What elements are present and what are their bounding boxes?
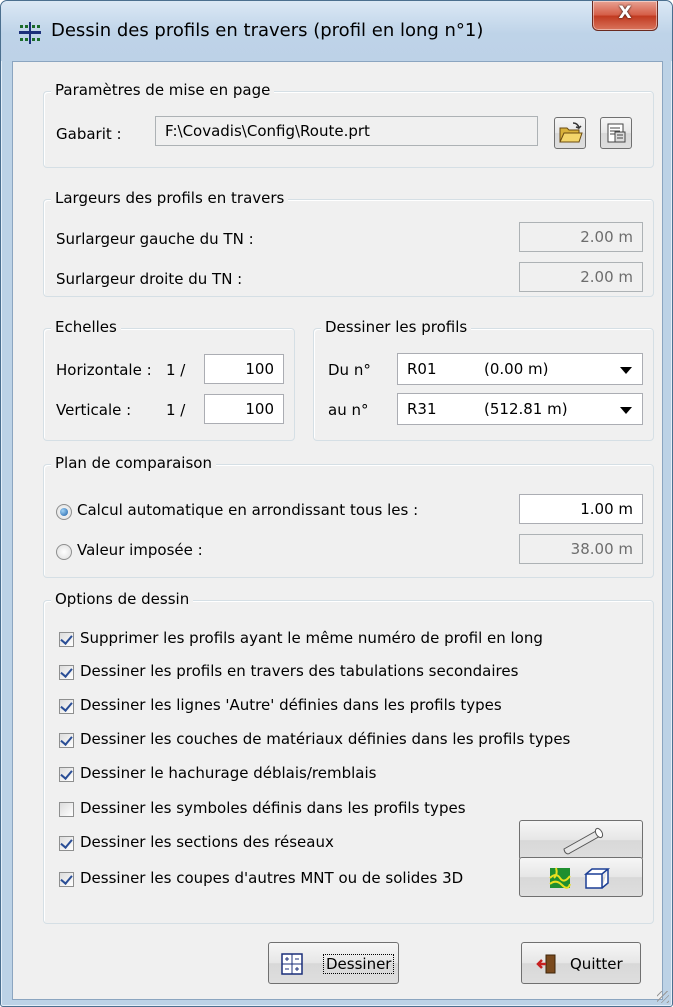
option-label-other-lines[interactable]: Dessiner les lignes 'Autre' définies dan… [80,696,502,714]
scales-group: Echelles Horizontale : 1 / 100 Verticale… [43,318,295,441]
option-label-material-layers[interactable]: Dessiner les couches de matériaux défini… [80,730,570,748]
quit-button-label: Quitter [570,955,623,973]
open-folder-icon [559,122,583,143]
option-label-hatching[interactable]: Dessiner le hachurage déblais/remblais [80,764,376,782]
drawing-options-group: Options de dessin Supprimer les profils … [43,590,654,924]
dialog-window: Dessin des profils en travers (profil en… [0,0,673,1007]
option-checkbox-secondary-tabs[interactable] [59,665,74,680]
browse-template-button[interactable] [554,117,586,149]
title-bar[interactable]: Dessin des profils en travers (profil en… [1,1,672,61]
option-checkbox-hatching[interactable] [59,767,74,782]
left-overwidth-field[interactable]: 2.00 m [519,222,643,252]
option-label-secondary-tabs[interactable]: Dessiner les profils en travers des tabu… [80,662,518,680]
mnt-solids-settings-button[interactable] [519,857,643,897]
right-overwidth-label: Surlargeur droite du TN : [56,270,243,288]
option-checkbox-network-sections[interactable] [59,836,74,851]
draw-profiles-legend: Dessiner les profils [321,318,472,336]
draw-button-label: Dessiner [323,954,395,974]
close-button[interactable]: X [592,1,658,31]
horizontal-scale-label: Horizontale : [56,361,152,379]
app-icon [19,22,41,44]
auto-calculation-label[interactable]: Calcul automatique en arrondissant tous … [77,501,418,519]
right-overwidth-field[interactable]: 2.00 m [519,262,643,292]
chevron-down-icon [620,407,632,414]
option-label-symbols[interactable]: Dessiner les symboles définis dans les p… [80,799,466,817]
terrain-solid-icon [549,867,611,889]
resize-grip[interactable] [657,991,669,1003]
template-properties-button[interactable] [600,117,632,149]
draw-button[interactable]: Dessiner [268,942,399,984]
vertical-scale-label: Verticale : [56,401,132,419]
from-profile-select[interactable]: R01 (0.00 m) [397,353,643,385]
template-path-field[interactable]: F:\Covadis\Config\Route.prt [155,116,538,146]
from-profile-label: Du n° [328,361,371,379]
to-profile-label: au n° [328,401,369,419]
imposed-value-field[interactable]: 38.00 m [519,534,643,564]
imposed-value-label[interactable]: Valeur imposée : [77,541,203,559]
exit-door-icon [536,954,556,974]
grid-icon [281,953,303,975]
layout-params-legend: Paramètres de mise en page [51,81,275,99]
option-label-same-number[interactable]: Supprimer les profils ayant le même numé… [80,629,543,647]
window-title: Dessin des profils en travers (profil en… [51,20,484,41]
option-checkbox-other-mnt[interactable] [59,872,74,887]
quit-button[interactable]: Quitter [521,942,641,984]
scales-legend: Echelles [51,318,121,336]
from-profile-code: R01 [407,360,437,378]
auto-calculation-radio[interactable] [56,504,72,520]
to-profile-select[interactable]: R31 (512.81 m) [397,393,643,425]
option-label-network-sections[interactable]: Dessiner les sections des réseaux [80,833,334,851]
horizontal-ratio-prefix: 1 / [166,361,186,379]
pipe-icon [563,827,604,855]
template-label: Gabarit : [56,125,122,143]
option-checkbox-symbols[interactable] [59,802,74,817]
network-settings-button[interactable] [519,820,643,860]
rounding-step-input[interactable]: 1.00 m [519,494,643,524]
to-profile-code: R31 [407,400,437,418]
widths-legend: Largeurs des profils en travers [51,189,289,207]
properties-icon [607,123,626,143]
to-profile-distance: (512.81 m) [484,400,568,418]
option-checkbox-material-layers[interactable] [59,733,74,748]
comparison-plane-group: Plan de comparaison Calcul automatique e… [43,454,654,578]
dialog-client-area: Paramètres de mise en page Gabarit : F:\… [12,61,663,1000]
vertical-scale-input[interactable]: 100 [204,394,284,424]
chevron-down-icon [620,367,632,374]
widths-group: Largeurs des profils en travers Surlarge… [43,189,654,297]
drawing-options-legend: Options de dessin [51,590,194,608]
option-label-other-mnt[interactable]: Dessiner les coupes d'autres MNT ou de s… [80,869,463,887]
layout-params-group: Paramètres de mise en page Gabarit : F:\… [43,81,654,168]
option-checkbox-other-lines[interactable] [59,699,74,714]
option-checkbox-same-number[interactable] [59,632,74,647]
from-profile-distance: (0.00 m) [484,360,549,378]
draw-profiles-group: Dessiner les profils Du n° R01 (0.00 m) … [313,318,654,441]
horizontal-scale-input[interactable]: 100 [204,354,284,384]
imposed-value-radio[interactable] [56,544,72,560]
close-icon: X [618,3,632,23]
vertical-ratio-prefix: 1 / [166,401,186,419]
comparison-plane-legend: Plan de comparaison [51,454,216,472]
left-overwidth-label: Surlargeur gauche du TN : [56,230,254,248]
